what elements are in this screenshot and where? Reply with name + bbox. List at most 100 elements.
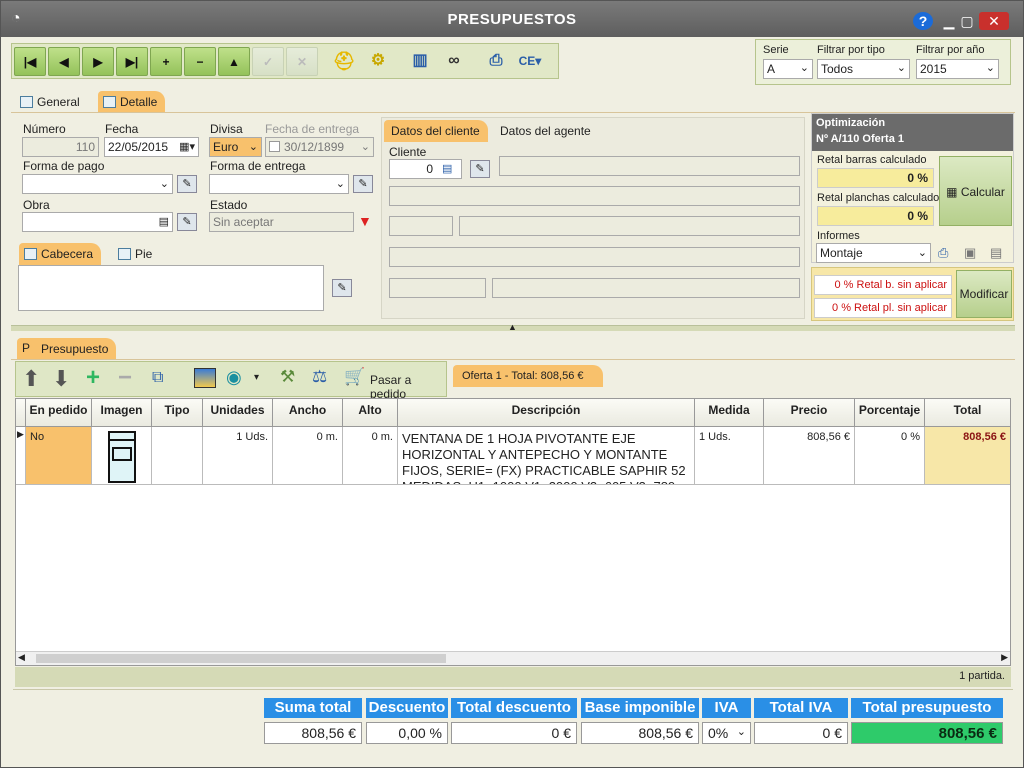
hardhat-icon[interactable]: ⛑ [328,47,360,76]
cliente-edit-icon[interactable]: ✎ [470,160,490,178]
obra-field[interactable]: ▤ [22,212,173,232]
descuento-field[interactable]: 0,00 % [366,722,448,744]
forma-pago-select[interactable]: ⌄ [22,174,173,194]
printer-icon[interactable]: ⎙ [938,245,948,261]
forma-entrega-select[interactable]: ⌄ [209,174,349,194]
tab-general[interactable]: General [15,91,88,113]
measure-icon[interactable]: ⚖ [312,367,327,387]
print-ce-icon[interactable]: CE▾ [514,47,546,76]
cell-porcentaje[interactable]: 0 % [855,427,925,485]
main-toolbar: |◀ ◀ ▶ ▶| + − ▲ ✓ ✕ ⛑ ⚙ ▥ ∞ ⎙ CE▾ [11,43,559,79]
col-header-total[interactable]: Total [925,399,1010,427]
help-icon[interactable]: ? [913,12,933,30]
tab-presupuesto[interactable]: P Presupuesto [17,338,117,360]
eye-icon[interactable]: ◉ [226,367,242,388]
cell-imagen[interactable] [92,427,152,485]
add-record-button[interactable]: + [150,47,182,76]
next-record-button[interactable]: ▶ [82,47,114,76]
cell-en-pedido[interactable]: No [26,427,92,485]
forma-entrega-edit-icon[interactable]: ✎ [353,175,373,193]
delete-record-button[interactable]: − [184,47,216,76]
tab-pie[interactable]: Pie [113,243,160,265]
cell-descripcion[interactable]: VENTANA DE 1 HOJA PIVOTANTE EJE HORIZONT… [398,427,695,485]
calendar-icon[interactable]: ▦▾ [179,140,195,153]
tab-cabecera[interactable]: Cabecera [19,243,102,265]
move-down-icon[interactable]: ⬇ [52,366,70,392]
panel-splitter[interactable]: ▲ [11,322,1015,332]
forma-pago-edit-icon[interactable]: ✎ [177,175,197,193]
tools-icon[interactable]: ⚒ [280,367,295,387]
cabecera-textarea[interactable] [18,265,324,311]
estado-field[interactable]: Sin aceptar [209,212,354,232]
tab-detalle[interactable]: Detalle [98,91,166,113]
fecha-field[interactable]: 22/05/2015 ▦▾ [104,137,199,157]
search-folder-icon[interactable]: ▤ [159,215,169,228]
cell-medida[interactable]: 1 Uds. [695,427,764,485]
col-header-ancho[interactable]: Ancho [273,399,343,427]
scroll-thumb[interactable] [36,654,446,663]
last-record-button[interactable]: ▶| [116,47,148,76]
preview-icon[interactable]: ▣ [964,245,976,261]
numero-field[interactable]: 110 [22,137,99,157]
binoculars-icon[interactable]: ∞ [438,47,470,76]
col-header-tipo[interactable]: Tipo [152,399,203,427]
ano-select[interactable]: 2015 ⌄ [916,59,999,79]
col-header-porcentaje[interactable]: Porcentaje [855,399,925,427]
suma-total-label: Suma total [264,698,362,718]
scroll-left-icon[interactable]: ◀ [18,652,25,663]
export-icon[interactable]: ▤ [990,245,1002,261]
confirm-button[interactable]: ✓ [252,47,284,76]
serie-select[interactable]: A ⌄ [763,59,813,79]
cell-total[interactable]: 808,56 € [925,427,1010,485]
col-header-en-pedido[interactable]: En pedido [26,399,92,427]
chart-user-icon[interactable]: ▥ [404,47,436,76]
prev-record-button[interactable]: ◀ [48,47,80,76]
scroll-right-icon[interactable]: ▶ [1001,652,1008,663]
chevron-down-icon[interactable]: ▾ [254,372,259,383]
col-header-medida[interactable]: Medida [695,399,764,427]
fecha-entrega-checkbox[interactable] [269,141,280,152]
tab-datos-cliente[interactable]: Datos del cliente [384,120,488,142]
cell-tipo[interactable] [152,427,203,485]
calcular-button[interactable]: ▦ Calcular [939,156,1012,226]
cancel-button[interactable]: ✕ [286,47,318,76]
cell-ancho[interactable]: 0 m. [273,427,343,485]
close-button[interactable]: ✕ [979,12,1009,30]
cell-alto[interactable]: 0 m. [343,427,398,485]
col-header-imagen[interactable]: Imagen [92,399,152,427]
add-line-icon[interactable]: + [86,364,100,392]
tab-datos-agente[interactable]: Datos del agente [492,120,599,142]
tipo-select[interactable]: Todos ⌄ [817,59,910,79]
printer-icon[interactable]: ⎙ [480,47,512,76]
cabecera-edit-icon[interactable]: ✎ [332,279,352,297]
modificar-button[interactable]: Modificar [956,270,1012,318]
move-up-icon[interactable]: ⬆ [22,366,40,392]
chevron-down-icon: ⌄ [896,62,906,74]
cell-unidades[interactable]: 1 Uds. [203,427,273,485]
col-header-precio[interactable]: Precio [764,399,855,427]
remove-line-icon[interactable]: − [118,364,132,392]
image-icon[interactable] [194,368,216,388]
obra-edit-icon[interactable]: ✎ [177,213,197,231]
cliente-search-icon[interactable]: ▤ [442,162,452,175]
first-record-button[interactable]: |◀ [14,47,46,76]
col-header-descripcion[interactable]: Descripción [398,399,695,427]
col-header-unidades[interactable]: Unidades [203,399,273,427]
pasar-pedido-button[interactable]: Pasar a pedido [370,373,446,401]
cart-icon[interactable]: 🛒 [344,367,365,387]
cell-precio[interactable]: 808,56 € [764,427,855,485]
minimize-button[interactable]: ▁ [941,12,957,30]
fecha-entrega-field[interactable]: 30/12/1899 ⌄ [265,137,374,157]
forklift-icon[interactable]: ⚙ [362,47,394,76]
tab-oferta-1[interactable]: Oferta 1 - Total: 808,56 € [453,365,603,387]
thumbs-down-icon[interactable]: ▼ [358,213,372,229]
edit-record-button[interactable]: ▲ [218,47,250,76]
col-header-alto[interactable]: Alto [343,399,398,427]
collapse-arrow-icon[interactable]: ▲ [508,322,517,332]
divisa-select[interactable]: Euro ⌄ [209,137,262,157]
horizontal-scrollbar[interactable]: ◀ ▶ [16,651,1010,665]
maximize-button[interactable]: ▢ [959,12,975,30]
iva-select[interactable]: 0% ⌄ [702,722,751,744]
informes-select[interactable]: Montaje ⌄ [816,243,931,263]
copy-icon[interactable]: ⧉ [152,369,163,387]
